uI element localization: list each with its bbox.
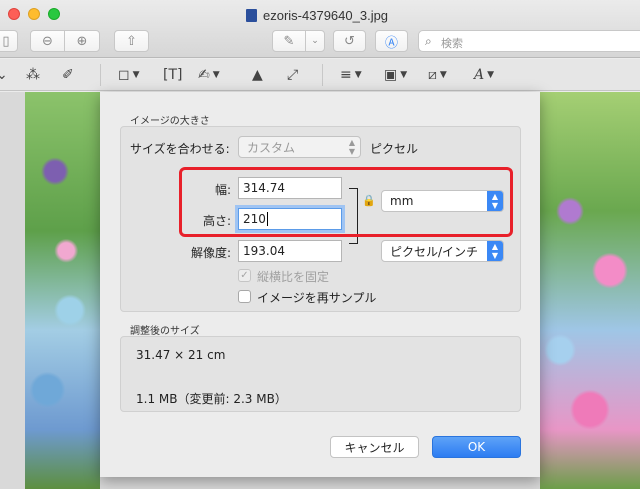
border-color-icon: ▣: [384, 67, 398, 83]
chevron-down-icon: ▼: [212, 70, 220, 80]
text-box-icon: [T]: [163, 67, 183, 83]
line-style-icon: ≡: [340, 67, 352, 83]
text-style-tool[interactable]: A ▼: [474, 64, 494, 86]
resolution-field[interactable]: 193.04: [238, 240, 342, 262]
sketch-icon: ✐: [62, 67, 74, 83]
adjust-color-icon: ▲: [252, 67, 263, 83]
up-down-arrows-icon: ▲ ▼: [348, 138, 356, 156]
fit-into-value: カスタム: [247, 140, 296, 155]
search-icon: ⌕: [425, 34, 432, 48]
photo-right-edge: [540, 92, 640, 489]
markup-toolbar: ⌄ ⁂ ✐ ◻ ▼ [T] ✍ ▼ ▲ ⤢ ≡ ▼ ▣ ▼ ⧄ ▼ A ▼: [0, 59, 640, 91]
share-button[interactable]: ⇧: [114, 30, 149, 52]
close-window-button[interactable]: [8, 8, 20, 20]
chevron-down-icon: ⌄: [311, 36, 319, 46]
scale-proportionally-checkbox[interactable]: ✓: [238, 269, 251, 282]
shapes-tool[interactable]: ◻ ▼: [118, 64, 140, 86]
chevron-down-icon: ▼: [132, 70, 140, 80]
adjust-size-dialog: イメージの大きさ サイズを合わせる: カスタム ▲ ▼ ピクセル 幅: 314.7…: [100, 92, 540, 477]
zoom-out-button[interactable]: ⊖: [30, 30, 65, 52]
result-dimensions: 31.47 × 21 cm: [136, 348, 226, 362]
result-size-title: 調整後のサイズ: [130, 326, 200, 337]
selection-icon: ⌄: [0, 67, 8, 83]
divider: [322, 64, 323, 86]
ok-button[interactable]: OK: [432, 436, 521, 458]
zoom-in-icon: ⊕: [76, 33, 88, 49]
adjust-color-tool[interactable]: ▲: [252, 64, 263, 86]
up-down-arrows-icon: ▲ ▼: [487, 241, 503, 261]
shapes-icon: ◻: [118, 67, 130, 83]
cancel-button[interactable]: キャンセル: [330, 436, 419, 458]
fit-into-unit: ピクセル: [370, 142, 419, 156]
font-icon: A: [474, 67, 485, 83]
zoom-out-icon: ⊖: [42, 33, 53, 49]
sidebar-toggle-button[interactable]: ▯: [0, 30, 18, 52]
markup-pen-button[interactable]: ✎: [272, 30, 306, 52]
fit-into-label: サイズを合わせる:: [130, 142, 230, 156]
pen-icon: ✎: [283, 33, 295, 49]
search-placeholder: 検索: [441, 37, 463, 50]
instant-alpha-tool[interactable]: ⁂: [26, 64, 40, 86]
markup-icon: Ⓐ: [384, 35, 398, 51]
markup-toolbar-button[interactable]: Ⓐ: [375, 30, 408, 52]
window-title: ezoris-4379640_3.jpg: [263, 8, 389, 23]
zoom-window-button[interactable]: [48, 8, 60, 20]
document-icon: [246, 9, 257, 22]
result-filesize: 1.1 MB（変更前: 2.3 MB）: [136, 392, 287, 406]
chevron-down-icon: ▼: [354, 70, 362, 80]
search-field[interactable]: ⌕ 検索: [418, 30, 640, 52]
signature-icon: ✍: [198, 67, 210, 83]
zoom-in-button[interactable]: ⊕: [64, 30, 100, 52]
markup-menu-button[interactable]: ⌄: [305, 30, 325, 52]
fit-into-popup: カスタム ▲ ▼: [238, 136, 361, 158]
sign-tool[interactable]: ✍ ▼: [198, 64, 220, 86]
resize-icon: ⤢: [287, 67, 299, 83]
sidebar-icon: ▯: [2, 33, 10, 49]
chevron-down-icon: ▼: [400, 70, 408, 80]
share-icon: ⇧: [126, 33, 137, 49]
fill-color-icon: ⧄: [428, 67, 437, 83]
adjust-size-tool[interactable]: ⤢: [287, 64, 298, 86]
rotate-button[interactable]: ↺: [333, 30, 366, 52]
resolution-unit-popup[interactable]: ピクセル/インチ ▲ ▼: [381, 240, 504, 262]
divider: [100, 64, 101, 86]
fill-color-tool[interactable]: ⧄ ▼: [428, 64, 447, 86]
photo-left-edge: [25, 92, 100, 489]
rotate-icon: ↺: [344, 33, 355, 49]
annotation-highlight-box: [179, 167, 513, 237]
resolution-label: 解像度:: [191, 246, 232, 260]
resample-checkbox[interactable]: [238, 290, 251, 303]
magic-wand-icon: ⁂: [26, 67, 40, 83]
title-bar: ezoris-4379640_3.jpg ▯ ⊖ ⊕ ⇧ ✎ ⌄ ↺ Ⓐ ⌕ 検…: [0, 0, 640, 58]
minimize-window-button[interactable]: [28, 8, 40, 20]
text-tool[interactable]: [T]: [163, 64, 182, 86]
resolution-value: 193.04: [243, 244, 285, 258]
resample-label: イメージを再サンプル: [257, 291, 377, 305]
resolution-unit-value: ピクセル/インチ: [390, 244, 479, 259]
scale-proportionally-label: 縦横比を固定: [257, 270, 330, 284]
sketch-tool[interactable]: ✐: [62, 64, 74, 86]
line-style-tool[interactable]: ≡ ▼: [340, 64, 362, 86]
chevron-down-icon: ▼: [487, 70, 495, 80]
chevron-down-icon: ▼: [439, 70, 447, 80]
border-color-tool[interactable]: ▣ ▼: [384, 64, 407, 86]
selection-tool[interactable]: ⌄: [0, 64, 8, 86]
image-size-title: イメージの大きさ: [130, 116, 210, 127]
